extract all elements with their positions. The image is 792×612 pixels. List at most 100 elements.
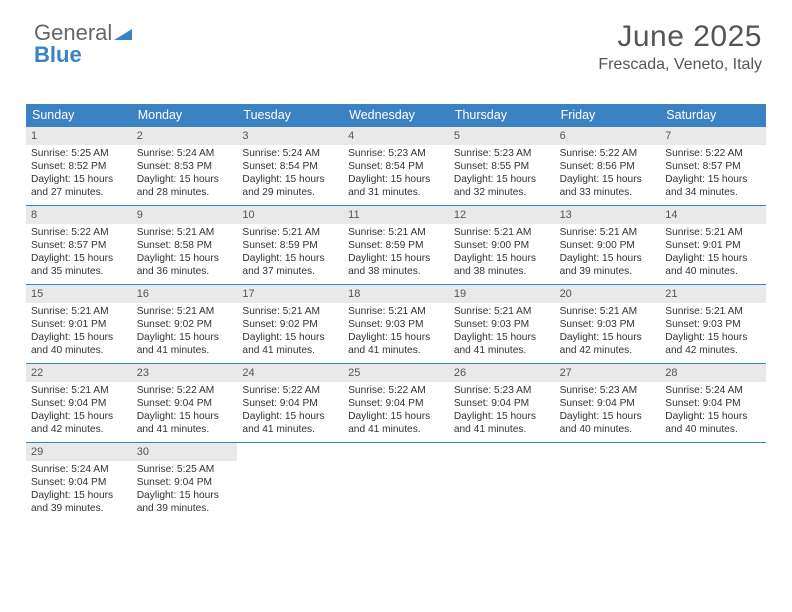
sunset-text: Sunset: 9:01 PM	[665, 239, 761, 252]
daylight-text: Daylight: 15 hours	[454, 173, 550, 186]
sunset-text: Sunset: 9:04 PM	[348, 397, 444, 410]
calendar: SundayMondayTuesdayWednesdayThursdayFrid…	[26, 104, 766, 521]
daylight-text: Daylight: 15 hours	[348, 173, 444, 186]
calendar-cell: 16Sunrise: 5:21 AMSunset: 9:02 PMDayligh…	[132, 285, 238, 363]
sunrise-text: Sunrise: 5:21 AM	[348, 226, 444, 239]
calendar-cell: 20Sunrise: 5:21 AMSunset: 9:03 PMDayligh…	[555, 285, 661, 363]
day-body: Sunrise: 5:24 AMSunset: 9:04 PMDaylight:…	[660, 382, 766, 439]
day-body: Sunrise: 5:21 AMSunset: 9:01 PMDaylight:…	[660, 224, 766, 281]
daylight-text: and 38 minutes.	[348, 265, 444, 278]
sunset-text: Sunset: 9:03 PM	[348, 318, 444, 331]
sunset-text: Sunset: 8:53 PM	[137, 160, 233, 173]
day-number: 13	[555, 206, 661, 224]
daylight-text: Daylight: 15 hours	[665, 252, 761, 265]
daylight-text: and 38 minutes.	[454, 265, 550, 278]
calendar-cell: 27Sunrise: 5:23 AMSunset: 9:04 PMDayligh…	[555, 364, 661, 442]
day-number: 18	[343, 285, 449, 303]
sunset-text: Sunset: 9:04 PM	[454, 397, 550, 410]
daylight-text: and 34 minutes.	[665, 186, 761, 199]
calendar-cell: 26Sunrise: 5:23 AMSunset: 9:04 PMDayligh…	[449, 364, 555, 442]
daylight-text: Daylight: 15 hours	[454, 410, 550, 423]
day-body: Sunrise: 5:24 AMSunset: 9:04 PMDaylight:…	[26, 461, 132, 518]
day-body: Sunrise: 5:23 AMSunset: 9:04 PMDaylight:…	[449, 382, 555, 439]
calendar-cell-empty	[343, 443, 449, 521]
sunset-text: Sunset: 9:04 PM	[31, 476, 127, 489]
sunrise-text: Sunrise: 5:22 AM	[31, 226, 127, 239]
calendar-cell: 28Sunrise: 5:24 AMSunset: 9:04 PMDayligh…	[660, 364, 766, 442]
daylight-text: Daylight: 15 hours	[665, 410, 761, 423]
brand-logo: General Blue	[34, 22, 132, 66]
day-body: Sunrise: 5:22 AMSunset: 9:04 PMDaylight:…	[343, 382, 449, 439]
daylight-text: Daylight: 15 hours	[560, 410, 656, 423]
day-body: Sunrise: 5:25 AMSunset: 8:52 PMDaylight:…	[26, 145, 132, 202]
day-body: Sunrise: 5:21 AMSunset: 9:02 PMDaylight:…	[237, 303, 343, 360]
sunset-text: Sunset: 9:02 PM	[242, 318, 338, 331]
calendar-cell: 18Sunrise: 5:21 AMSunset: 9:03 PMDayligh…	[343, 285, 449, 363]
sunset-text: Sunset: 8:52 PM	[31, 160, 127, 173]
sunset-text: Sunset: 8:55 PM	[454, 160, 550, 173]
day-body: Sunrise: 5:22 AMSunset: 8:57 PMDaylight:…	[660, 145, 766, 202]
calendar-weeks: 1Sunrise: 5:25 AMSunset: 8:52 PMDaylight…	[26, 127, 766, 521]
daylight-text: and 39 minutes.	[137, 502, 233, 515]
calendar-cell: 7Sunrise: 5:22 AMSunset: 8:57 PMDaylight…	[660, 127, 766, 205]
day-number: 23	[132, 364, 238, 382]
day-number: 2	[132, 127, 238, 145]
sunrise-text: Sunrise: 5:21 AM	[665, 226, 761, 239]
daylight-text: and 41 minutes.	[242, 423, 338, 436]
day-body: Sunrise: 5:21 AMSunset: 9:03 PMDaylight:…	[660, 303, 766, 360]
sunrise-text: Sunrise: 5:23 AM	[454, 384, 550, 397]
sunrise-text: Sunrise: 5:24 AM	[242, 147, 338, 160]
day-number: 20	[555, 285, 661, 303]
daylight-text: and 28 minutes.	[137, 186, 233, 199]
sunset-text: Sunset: 8:56 PM	[560, 160, 656, 173]
calendar-cell: 5Sunrise: 5:23 AMSunset: 8:55 PMDaylight…	[449, 127, 555, 205]
day-body: Sunrise: 5:23 AMSunset: 8:54 PMDaylight:…	[343, 145, 449, 202]
day-body: Sunrise: 5:23 AMSunset: 9:04 PMDaylight:…	[555, 382, 661, 439]
day-body: Sunrise: 5:22 AMSunset: 9:04 PMDaylight:…	[237, 382, 343, 439]
day-body: Sunrise: 5:21 AMSunset: 8:59 PMDaylight:…	[343, 224, 449, 281]
sunrise-text: Sunrise: 5:21 AM	[31, 305, 127, 318]
daylight-text: Daylight: 15 hours	[560, 173, 656, 186]
day-number: 24	[237, 364, 343, 382]
sunrise-text: Sunrise: 5:22 AM	[348, 384, 444, 397]
day-number	[237, 443, 343, 461]
calendar-cell: 2Sunrise: 5:24 AMSunset: 8:53 PMDaylight…	[132, 127, 238, 205]
calendar-week: 8Sunrise: 5:22 AMSunset: 8:57 PMDaylight…	[26, 206, 766, 285]
calendar-cell: 8Sunrise: 5:22 AMSunset: 8:57 PMDaylight…	[26, 206, 132, 284]
sunset-text: Sunset: 9:03 PM	[665, 318, 761, 331]
daylight-text: and 32 minutes.	[454, 186, 550, 199]
day-body: Sunrise: 5:25 AMSunset: 9:04 PMDaylight:…	[132, 461, 238, 518]
calendar-cell: 30Sunrise: 5:25 AMSunset: 9:04 PMDayligh…	[132, 443, 238, 521]
day-number: 11	[343, 206, 449, 224]
calendar-cell-empty	[237, 443, 343, 521]
calendar-cell: 4Sunrise: 5:23 AMSunset: 8:54 PMDaylight…	[343, 127, 449, 205]
daylight-text: and 27 minutes.	[31, 186, 127, 199]
sunrise-text: Sunrise: 5:22 AM	[242, 384, 338, 397]
day-number: 27	[555, 364, 661, 382]
page-title: June 2025	[598, 20, 762, 54]
day-body: Sunrise: 5:22 AMSunset: 8:57 PMDaylight:…	[26, 224, 132, 281]
sunrise-text: Sunrise: 5:24 AM	[665, 384, 761, 397]
daylight-text: Daylight: 15 hours	[242, 331, 338, 344]
daylight-text: Daylight: 15 hours	[560, 252, 656, 265]
daylight-text: and 42 minutes.	[31, 423, 127, 436]
weekday-header: Tuesday	[237, 104, 343, 127]
calendar-cell: 17Sunrise: 5:21 AMSunset: 9:02 PMDayligh…	[237, 285, 343, 363]
sunrise-text: Sunrise: 5:21 AM	[137, 305, 233, 318]
daylight-text: and 35 minutes.	[31, 265, 127, 278]
day-number: 6	[555, 127, 661, 145]
sunset-text: Sunset: 8:59 PM	[242, 239, 338, 252]
day-number: 15	[26, 285, 132, 303]
calendar-week: 29Sunrise: 5:24 AMSunset: 9:04 PMDayligh…	[26, 443, 766, 521]
sunrise-text: Sunrise: 5:25 AM	[137, 463, 233, 476]
sunset-text: Sunset: 9:04 PM	[137, 397, 233, 410]
calendar-cell: 9Sunrise: 5:21 AMSunset: 8:58 PMDaylight…	[132, 206, 238, 284]
sunset-text: Sunset: 9:04 PM	[137, 476, 233, 489]
daylight-text: and 31 minutes.	[348, 186, 444, 199]
day-number: 19	[449, 285, 555, 303]
day-number: 7	[660, 127, 766, 145]
day-number: 14	[660, 206, 766, 224]
daylight-text: Daylight: 15 hours	[31, 252, 127, 265]
sunset-text: Sunset: 9:04 PM	[665, 397, 761, 410]
calendar-cell: 25Sunrise: 5:22 AMSunset: 9:04 PMDayligh…	[343, 364, 449, 442]
